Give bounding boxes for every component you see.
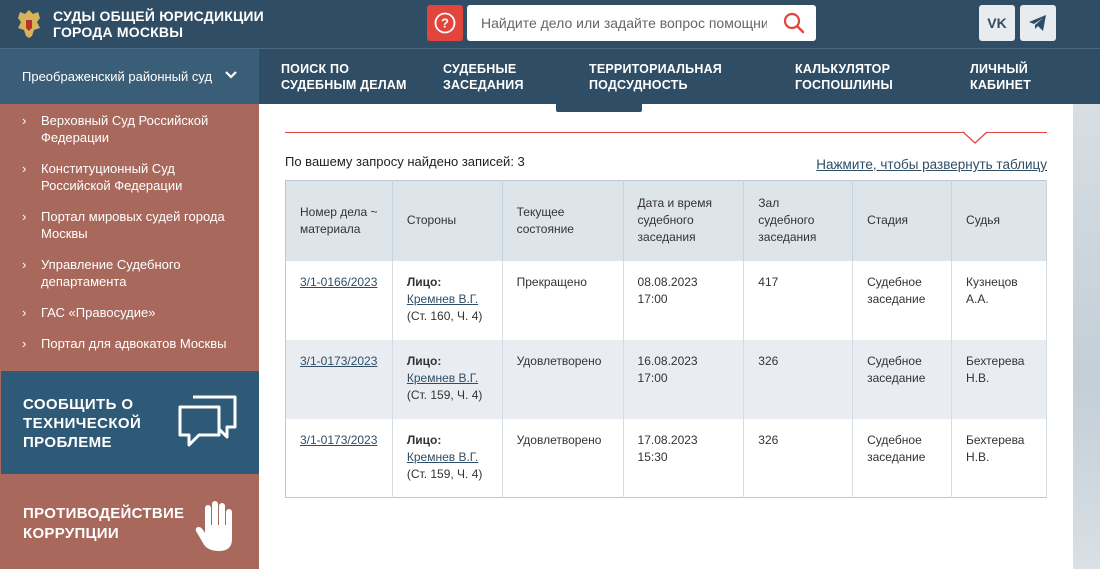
coat-of-arms-icon[interactable] xyxy=(14,8,44,40)
sidebar: › Верховный Суд Российской Федерации › К… xyxy=(0,104,259,569)
chevron-right-icon: › xyxy=(22,305,27,320)
hall-cell: 417 xyxy=(743,260,854,340)
sidebar-links: › Верховный Суд Российской Федерации › К… xyxy=(0,112,259,366)
search-input[interactable] xyxy=(467,5,767,41)
svg-text:?: ? xyxy=(441,16,449,31)
sidebar-link-label: Портал для адвокатов Москвы xyxy=(41,336,227,351)
party-article: (Ст. 159, Ч. 4) xyxy=(406,466,483,481)
expand-table-link[interactable]: Нажмите, чтобы развернуть таблицу xyxy=(816,157,1047,172)
nav-fee-calculator[interactable]: КАЛЬКУЛЯТОР ГОСПОШЛИНЫ xyxy=(795,61,895,93)
table-row: 3/1-0166/2023 Лицо: Кремнев В.Г. (Ст. 16… xyxy=(285,260,1047,340)
main-content: По вашему запросу найдено записей: 3 Наж… xyxy=(259,104,1073,569)
main-nav: Преображенский районный суд ПОИСК ПО СУД… xyxy=(0,48,1100,104)
col-header-datetime: Дата и время судебного заседания xyxy=(623,180,745,261)
chevron-right-icon: › xyxy=(22,336,27,351)
nav-personal-account[interactable]: ЛИЧНЫЙ КАБИНЕТ xyxy=(970,61,1050,93)
sidebar-link-magistrates-portal[interactable]: › Портал мировых судей города Москвы xyxy=(0,208,259,242)
sidebar-link-judicial-department[interactable]: › Управление Судебного департамента xyxy=(0,256,259,290)
party-article: (Ст. 159, Ч. 4) xyxy=(406,387,483,402)
help-button[interactable]: ? xyxy=(427,5,463,41)
chevron-right-icon: › xyxy=(22,113,27,128)
stage-cell: Судебное заседание xyxy=(852,339,953,419)
report-problem-banner[interactable]: СООБЩИТЬ О ТЕХНИЧЕСКОЙ ПРОБЛЕМЕ xyxy=(1,371,259,474)
judge-cell: Бехтерева Н.В. xyxy=(951,339,1047,419)
case-number-link[interactable]: 3/1-0173/2023 xyxy=(300,354,377,368)
case-number-link[interactable]: 3/1-0166/2023 xyxy=(300,275,377,289)
sidebar-link-label: Конституционный Суд Российской Федерации xyxy=(41,161,183,193)
court-selector[interactable]: Преображенский районный суд xyxy=(0,49,259,104)
background-edge xyxy=(1073,104,1100,569)
sidebar-link-label: Портал мировых судей города Москвы xyxy=(41,209,225,241)
party-label: Лицо: xyxy=(406,353,442,368)
court-selector-label: Преображенский районный суд xyxy=(22,69,213,84)
datetime-cell: 17.08.2023 15:30 xyxy=(623,418,745,498)
col-header-status: Текущее состояние xyxy=(502,180,624,261)
anti-corruption-label: ПРОТИВОДЕЙСТВИЕ КОРРУПЦИИ xyxy=(23,505,185,542)
table-row: 3/1-0173/2023 Лицо: Кремнев В.Г. (Ст. 15… xyxy=(285,418,1047,498)
stage-cell: Судебное заседание xyxy=(852,260,953,340)
party-name-link[interactable]: Кремнев В.Г. xyxy=(407,291,488,308)
nav-jurisdiction[interactable]: ТЕРРИТОРИАЛЬНАЯ ПОДСУДНОСТЬ xyxy=(589,61,722,93)
table-header-row: Номер дела ~ материала Стороны Текущее с… xyxy=(285,180,1047,261)
table-row: 3/1-0173/2023 Лицо: Кремнев В.Г. (Ст. 15… xyxy=(285,339,1047,419)
sidebar-link-lawyers-portal[interactable]: › Портал для адвокатов Москвы xyxy=(0,335,259,352)
col-header-hall: Зал судебного заседания xyxy=(743,180,854,261)
datetime-cell: 08.08.2023 17:00 xyxy=(623,260,745,340)
results-table: Номер дела ~ материала Стороны Текущее с… xyxy=(285,180,1047,498)
stage-cell: Судебное заседание xyxy=(852,418,953,498)
sidebar-link-supreme-court[interactable]: › Верховный Суд Российской Федерации xyxy=(0,112,259,146)
party-name-link[interactable]: Кремнев В.Г. xyxy=(407,449,488,466)
stop-hand-icon xyxy=(195,501,232,551)
datetime-cell: 16.08.2023 17:00 xyxy=(623,339,745,419)
vk-button[interactable]: VK xyxy=(979,5,1015,41)
search-tab-stub[interactable] xyxy=(556,104,642,112)
judge-cell: Бехтерева Н.В. xyxy=(951,418,1047,498)
sidebar-link-gas-pravosudie[interactable]: › ГАС «Правосудие» xyxy=(0,304,259,321)
case-number-link[interactable]: 3/1-0173/2023 xyxy=(300,433,377,447)
status-cell: Прекращено xyxy=(502,260,624,340)
nav-court-sessions[interactable]: СУДЕБНЫЕ ЗАСЕДАНИЯ xyxy=(443,61,553,93)
chevron-down-icon xyxy=(225,71,237,79)
search-icon[interactable] xyxy=(782,11,806,35)
search-box xyxy=(467,5,816,41)
chevron-right-icon: › xyxy=(22,209,27,224)
telegram-button[interactable] xyxy=(1020,5,1056,41)
party-label: Лицо: xyxy=(406,432,442,447)
site-title[interactable]: СУДЫ ОБЩЕЙ ЮРИСДИКЦИИ ГОРОДА МОСКВЫ xyxy=(53,8,283,40)
report-problem-label: СООБЩИТЬ О ТЕХНИЧЕСКОЙ ПРОБЛЕМЕ xyxy=(23,396,142,451)
divider xyxy=(285,132,1047,133)
sidebar-link-constitutional-court[interactable]: › Конституционный Суд Российской Федерац… xyxy=(0,160,259,194)
party-name-link[interactable]: Кремнев В.Г. xyxy=(407,370,488,387)
status-cell: Удовлетворено xyxy=(502,418,624,498)
hall-cell: 326 xyxy=(743,418,854,498)
judge-cell: Кузнецов А.А. xyxy=(951,260,1047,340)
chat-bubbles-icon xyxy=(178,395,237,447)
nav-case-search[interactable]: ПОИСК ПО СУДЕБНЫМ ДЕЛАМ xyxy=(281,61,411,93)
hall-cell: 326 xyxy=(743,339,854,419)
results-count: По вашему запросу найдено записей: 3 xyxy=(285,154,525,169)
col-header-parties: Стороны xyxy=(392,180,503,261)
sidebar-link-label: Верховный Суд Российской Федерации xyxy=(41,113,209,145)
sidebar-link-label: Управление Судебного департамента xyxy=(41,257,181,289)
col-header-judge: Судья xyxy=(951,180,1047,261)
top-header: СУДЫ ОБЩЕЙ ЮРИСДИКЦИИ ГОРОДА МОСКВЫ ? VK xyxy=(0,0,1100,48)
sidebar-link-label: ГАС «Правосудие» xyxy=(41,305,156,320)
question-icon: ? xyxy=(434,12,456,34)
expand-notch-icon xyxy=(963,131,987,144)
chevron-right-icon: › xyxy=(22,257,27,272)
anti-corruption-banner[interactable]: ПРОТИВОДЕЙСТВИЕ КОРРУПЦИИ xyxy=(1,477,259,569)
col-header-case-number[interactable]: Номер дела ~ материала xyxy=(285,180,393,261)
col-header-stage: Стадия xyxy=(852,180,953,261)
telegram-icon xyxy=(1029,15,1046,31)
party-article: (Ст. 160, Ч. 4) xyxy=(406,308,483,323)
status-cell: Удовлетворено xyxy=(502,339,624,419)
party-label: Лицо: xyxy=(406,274,442,289)
chevron-right-icon: › xyxy=(22,161,27,176)
vk-icon: VK xyxy=(987,15,1007,31)
